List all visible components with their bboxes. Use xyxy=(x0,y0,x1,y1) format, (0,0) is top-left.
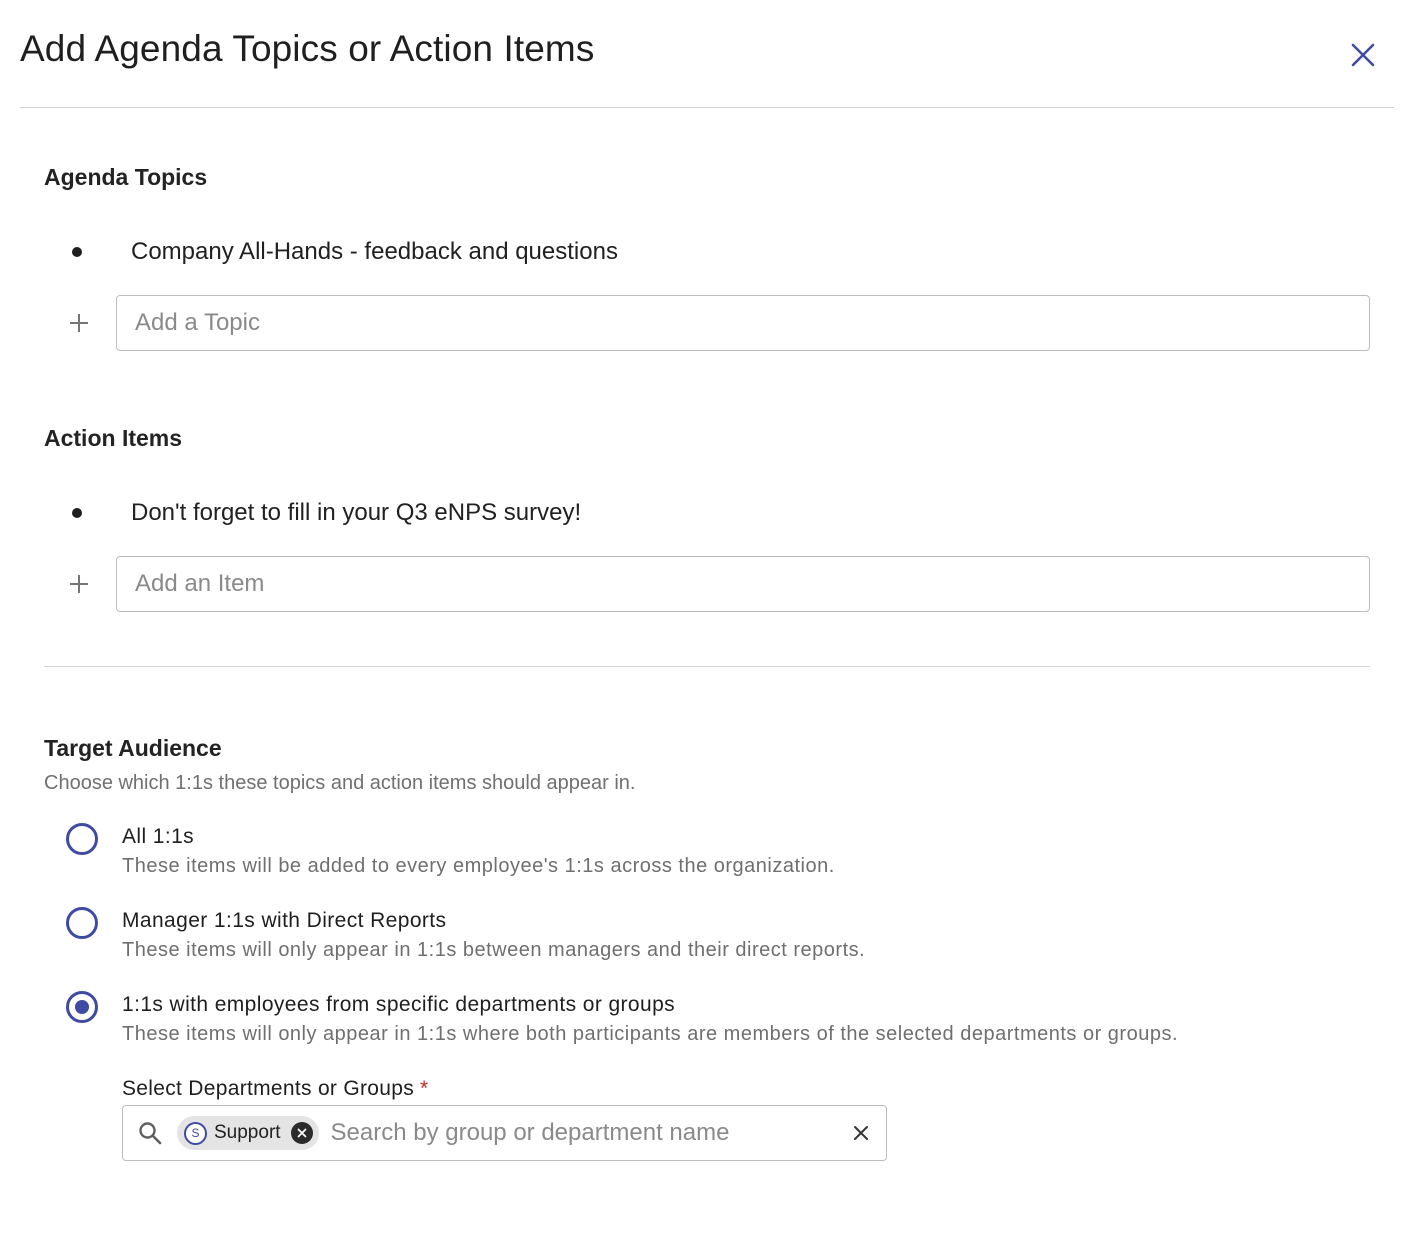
clear-icon[interactable] xyxy=(836,1108,886,1158)
radio-manager-direct-reports[interactable] xyxy=(66,907,98,939)
chip-label: Support xyxy=(214,1122,281,1143)
radio-label: 1:1s with employees from specific depart… xyxy=(122,993,676,1016)
add-topic-input[interactable] xyxy=(116,295,1370,351)
search-icon xyxy=(123,1106,177,1160)
radio-label: Manager 1:1s with Direct Reports xyxy=(122,909,447,932)
add-item-row xyxy=(44,556,1370,612)
radio-specific-groups[interactable] xyxy=(66,991,98,1023)
groups-search-box[interactable]: S Support xyxy=(122,1105,887,1161)
close-icon xyxy=(1351,43,1375,67)
agenda-topics-heading: Agenda Topics xyxy=(44,164,208,190)
group-chip-support: S Support xyxy=(177,1116,319,1150)
action-item: Don't forget to fill in your Q3 eNPS sur… xyxy=(44,493,1370,533)
radio-label: All 1:1s xyxy=(122,825,195,848)
close-button[interactable] xyxy=(1346,38,1380,72)
radio-all-1on1s[interactable] xyxy=(66,823,98,855)
radio-description: These items will only appear in 1:1s bet… xyxy=(122,939,866,961)
action-items-heading: Action Items xyxy=(44,425,183,451)
target-audience-subtitle: Choose which 1:1s these topics and actio… xyxy=(44,772,636,794)
chip-avatar: S xyxy=(184,1121,207,1145)
radio-description: These items will only appear in 1:1s whe… xyxy=(122,1023,1179,1045)
radio-description: These items will be added to every emplo… xyxy=(122,855,835,877)
section-divider xyxy=(44,666,1370,667)
dialog-header: Add Agenda Topics or Action Items xyxy=(20,0,1394,108)
add-topic-row xyxy=(44,295,1370,351)
bullet-icon xyxy=(72,508,82,518)
plus-icon[interactable] xyxy=(44,556,116,612)
select-groups-label: Select Departments or Groups * xyxy=(122,1077,429,1101)
agenda-topic-item: Company All-Hands - feedback and questio… xyxy=(44,232,1370,272)
required-indicator: * xyxy=(420,1077,429,1100)
groups-search-input[interactable] xyxy=(330,1108,836,1158)
target-audience-heading: Target Audience xyxy=(44,735,222,761)
add-item-input[interactable] xyxy=(116,556,1370,612)
bullet-icon xyxy=(72,247,82,257)
select-groups-label-text: Select Departments or Groups xyxy=(122,1077,415,1100)
agenda-topic-text: Company All-Hands - feedback and questio… xyxy=(131,238,618,265)
chip-remove-icon[interactable] xyxy=(290,1122,313,1144)
action-item-text: Don't forget to fill in your Q3 eNPS sur… xyxy=(131,499,582,526)
plus-icon[interactable] xyxy=(44,295,116,351)
dialog-title: Add Agenda Topics or Action Items xyxy=(20,28,595,69)
